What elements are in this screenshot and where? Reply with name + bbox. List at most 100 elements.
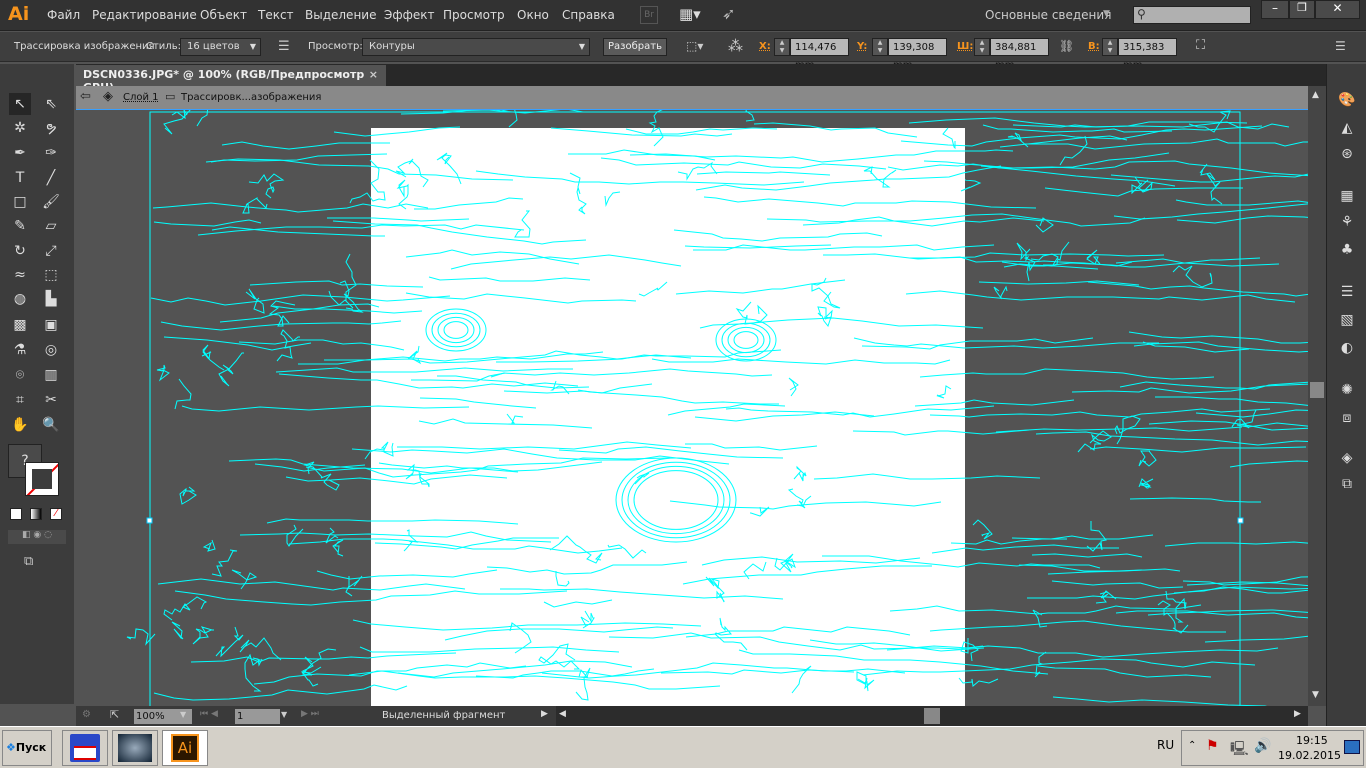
mesh-tool-icon[interactable]: ▩ xyxy=(9,314,31,336)
search-input[interactable]: ⚲ xyxy=(1133,6,1251,24)
back-arrow-icon[interactable]: ⇦ xyxy=(80,89,91,104)
screen-mode-icon[interactable]: ⧉ xyxy=(24,554,33,569)
pencil-tool-icon[interactable]: ✎ xyxy=(9,215,31,237)
close-window-button[interactable]: ✕ xyxy=(1315,0,1360,19)
stroke-icon[interactable]: ☰ xyxy=(1337,284,1357,304)
resize-handle-right[interactable] xyxy=(1237,517,1244,524)
trace-panel-icon[interactable]: ☰ xyxy=(278,39,290,54)
layers-panel-icon[interactable]: ◈ xyxy=(1337,450,1357,470)
breadcrumb-layer[interactable]: Слой 1 xyxy=(123,92,159,103)
scroll-up-icon[interactable]: ▲ xyxy=(1312,90,1319,100)
color-palette-icon[interactable]: 🎨 xyxy=(1337,92,1357,112)
taskbar-image-app[interactable] xyxy=(112,730,158,766)
clock-date[interactable]: 19.02.2015 xyxy=(1278,749,1341,762)
menu-window[interactable]: Окно xyxy=(517,8,549,22)
y-stepper[interactable]: ▲ ▼ xyxy=(872,38,888,56)
close-tab-icon[interactable]: × xyxy=(369,68,378,81)
page-select[interactable]: 1 xyxy=(235,709,280,724)
curvature-tool-icon[interactable]: ✑ xyxy=(40,142,62,164)
free-transform-tool-icon[interactable]: ⬚ xyxy=(40,264,62,286)
menu-effect[interactable]: Эффект xyxy=(384,8,435,22)
brushes-icon[interactable]: ⚘ xyxy=(1337,214,1357,234)
y-field[interactable]: 139,308 mm xyxy=(888,38,947,71)
tracing-artwork[interactable] xyxy=(76,110,1308,706)
transform-icon[interactable]: ⬚▾ xyxy=(686,39,703,53)
scroll-right-icon[interactable]: ▶ xyxy=(1294,709,1301,719)
menu-view[interactable]: Просмотр xyxy=(443,8,505,22)
scale-tool-icon[interactable]: ⤢ xyxy=(40,240,62,262)
menu-help[interactable]: Справка xyxy=(562,8,615,22)
image-trace-icon[interactable]: ⊛ xyxy=(1337,146,1357,166)
artboard-tool-icon[interactable]: ⌗ xyxy=(9,389,31,411)
width-stepper[interactable]: ▲ ▼ xyxy=(974,38,990,56)
h-scroll-thumb[interactable] xyxy=(924,708,940,724)
gradient-tool-icon[interactable]: ▣ xyxy=(40,314,62,336)
menu-select[interactable]: Выделение xyxy=(305,8,376,22)
gradient-mode-button[interactable] xyxy=(30,508,42,520)
symbol-sprayer-tool-icon[interactable]: ⌾ xyxy=(9,364,31,386)
taskbar-save-app[interactable] xyxy=(62,730,108,766)
eraser-tool-icon[interactable]: ▱ xyxy=(40,215,62,237)
eyedropper-tool-icon[interactable]: ⚗ xyxy=(9,339,31,361)
view-dropdown[interactable]: Контуры ▼ xyxy=(362,38,590,56)
direct-selection-tool-icon[interactable]: ⇖ xyxy=(40,93,62,115)
action-center-flag-icon[interactable]: ⚑ xyxy=(1206,738,1219,754)
restore-button[interactable]: ❐ xyxy=(1289,0,1315,19)
selection-tool-icon[interactable]: ↖ xyxy=(9,93,31,115)
volume-icon[interactable]: 🔊 xyxy=(1254,738,1271,754)
lasso-tool-icon[interactable]: ຯ xyxy=(40,117,62,139)
bridge-button[interactable]: Br xyxy=(640,6,658,24)
page-chevron-icon[interactable]: ▼ xyxy=(281,710,287,719)
width-field[interactable]: 384,881 mm xyxy=(990,38,1049,71)
reference-point-icon[interactable]: ⁂ xyxy=(728,37,743,55)
first-page-icon[interactable]: ⏮ ◀ xyxy=(200,709,218,719)
arrange-documents-icon[interactable]: ▦▾ xyxy=(679,5,701,23)
link-proportions-icon[interactable]: ⛓ xyxy=(1059,39,1074,53)
last-page-icon[interactable]: ▶ ⏭ xyxy=(301,709,319,719)
line-tool-icon[interactable]: ╱ xyxy=(40,167,62,189)
breadcrumb-object[interactable]: Трассировк...азображения xyxy=(181,92,321,103)
paintbrush-tool-icon[interactable]: 🖌 xyxy=(40,191,62,213)
workspace-chevron-icon[interactable]: ▼ xyxy=(1103,9,1110,19)
zoom-chevron-icon[interactable]: ▼ xyxy=(180,710,186,719)
perspective-grid-tool-icon[interactable]: ▙ xyxy=(40,288,62,310)
horizontal-scrollbar[interactable]: ◀ ▶ xyxy=(556,706,1308,726)
menu-object[interactable]: Объект xyxy=(200,8,247,22)
appearance-icon[interactable]: ✺ xyxy=(1337,382,1357,402)
type-tool-icon[interactable]: T xyxy=(9,167,31,189)
fit-bounds-icon[interactable]: ⛶ xyxy=(1196,38,1205,53)
expand-button[interactable]: Разобрать xyxy=(603,38,667,56)
graphic-styles-icon[interactable]: ⧈ xyxy=(1337,410,1357,430)
vertical-scrollbar[interactable]: ▲ ▼ xyxy=(1308,86,1326,706)
language-indicator[interactable]: RU xyxy=(1157,738,1174,752)
menu-file[interactable]: Файл xyxy=(47,8,80,22)
scroll-down-icon[interactable]: ▼ xyxy=(1312,690,1319,700)
panel-menu-icon[interactable]: ☰ xyxy=(1335,39,1346,53)
show-desktop-icon[interactable] xyxy=(1344,740,1360,754)
artboards-icon[interactable]: ⧉ xyxy=(1337,476,1357,496)
rocket-icon[interactable]: ➶ xyxy=(722,4,735,23)
start-button[interactable]: ❖Пуск xyxy=(2,730,52,766)
swatches-icon[interactable]: ▦ xyxy=(1337,188,1357,208)
clock-time[interactable]: 19:15 xyxy=(1296,734,1328,747)
style-dropdown[interactable]: 16 цветов ▼ xyxy=(180,38,261,56)
color-guide-icon[interactable]: ◭ xyxy=(1337,120,1357,140)
network-icon[interactable]: 🖳 xyxy=(1230,738,1249,762)
hand-tool-icon[interactable]: ✋ xyxy=(9,414,31,436)
zoom-tool-icon[interactable]: 🔍 xyxy=(40,414,62,436)
status-menu-icon[interactable]: ▶ xyxy=(541,709,548,719)
minimize-button[interactable]: – xyxy=(1261,0,1289,19)
draw-mode-icon[interactable]: ◧ ◉ ◌ xyxy=(8,530,66,544)
blend-tool-icon[interactable]: ◎ xyxy=(40,339,62,361)
scroll-thumb[interactable] xyxy=(1310,382,1324,398)
gradient-icon[interactable]: ▧ xyxy=(1337,312,1357,332)
resize-handle-left[interactable] xyxy=(146,517,153,524)
x-field[interactable]: 114,476 mm xyxy=(790,38,849,71)
share-icon[interactable]: ⇱ xyxy=(110,708,119,721)
rectangle-tool-icon[interactable]: □ xyxy=(9,191,31,213)
rotate-tool-icon[interactable]: ↻ xyxy=(9,240,31,262)
x-stepper[interactable]: ▲ ▼ xyxy=(774,38,790,56)
none-mode-button[interactable]: ⁄ xyxy=(50,508,62,520)
menu-edit[interactable]: Редактирование xyxy=(92,8,197,22)
scroll-left-icon[interactable]: ◀ xyxy=(559,709,566,719)
